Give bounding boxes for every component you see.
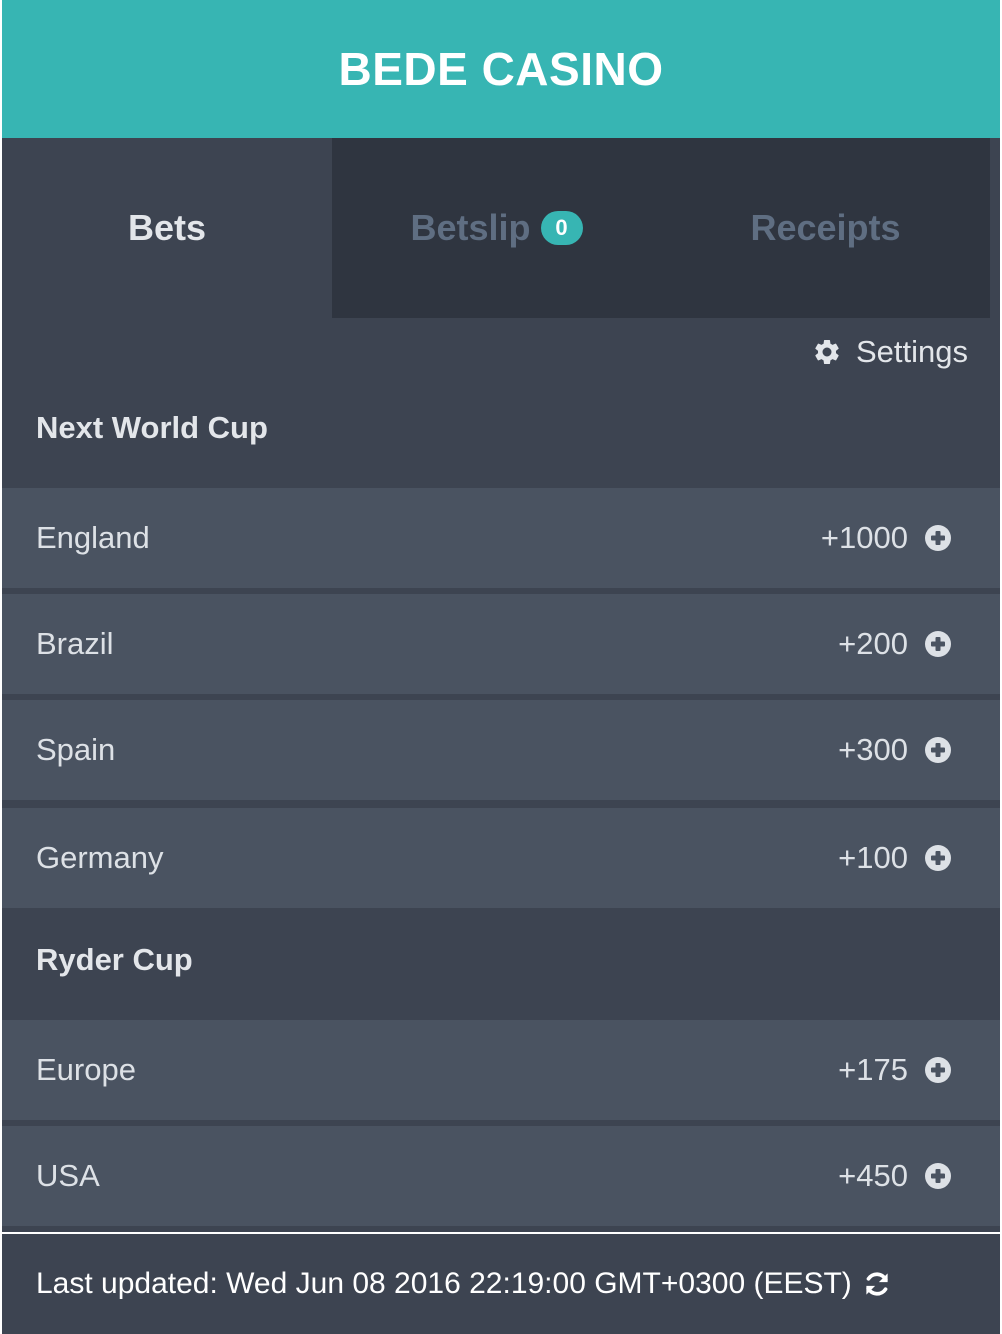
betting-app: BEDE CASINO Bets Betslip 0 Receipts Sett… [2,0,1000,1334]
selection-odds: +200 [838,626,908,661]
selection-odds-group: +200 [838,594,952,694]
selection-row-england[interactable]: England +1000 [2,488,1000,588]
group-title: Next World Cup [36,410,268,445]
gear-icon [815,339,839,364]
tab-receipts-label: Receipts [750,207,901,248]
tab-betslip[interactable]: Betslip 0 [332,138,661,318]
selection-name: USA [36,1158,100,1193]
plus-circle-icon[interactable] [924,844,952,872]
selection-odds: +175 [838,1052,908,1087]
selection-odds-group: +450 [838,1126,952,1226]
plus-circle-icon[interactable] [924,1056,952,1084]
app-title: BEDE CASINO [338,43,664,95]
tab-receipts[interactable]: Receipts [661,138,990,318]
refresh-icon[interactable] [862,1269,892,1299]
plus-circle-icon[interactable] [924,736,952,764]
selection-odds: +300 [838,732,908,767]
selection-name: England [36,520,150,555]
selection-name: Spain [36,732,116,767]
selection-row-usa[interactable]: USA +450 [2,1126,1000,1226]
selection-odds: +1000 [820,520,908,555]
selection-row-germany[interactable]: Germany +100 [2,808,1000,908]
plus-circle-icon[interactable] [924,524,952,552]
tab-bets-label: Bets [127,207,207,248]
tab-bar: Bets Betslip 0 Receipts [2,138,1000,318]
selection-odds-group: +100 [838,808,952,908]
settings-label: Settings [855,334,968,369]
selection-name: Europe [36,1052,136,1087]
selection-row-brazil[interactable]: Brazil +200 [2,594,1000,694]
status-footer: Last updated: Wed Jun 08 2016 22:19:00 G… [2,1232,1000,1334]
betslip-count-badge: 0 [540,211,583,245]
app-header: BEDE CASINO [2,0,1000,138]
selection-odds: +100 [838,840,908,875]
plus-circle-icon[interactable] [924,630,952,658]
selection-name: Brazil [36,626,114,661]
group-title: Ryder Cup [36,942,193,977]
settings-button[interactable]: Settings [812,330,968,374]
tab-betslip-label: Betslip [410,207,531,248]
last-updated-text: Last updated: Wed Jun 08 2016 22:19:00 G… [36,1267,852,1300]
selection-row-spain[interactable]: Spain +300 [2,700,1000,800]
selection-odds-group: +175 [838,1020,952,1120]
tab-bets[interactable]: Bets [2,138,332,318]
selection-odds-group: +1000 [821,488,952,588]
selection-odds: +450 [838,1158,908,1193]
plus-circle-icon[interactable] [924,1162,952,1190]
selection-row-europe[interactable]: Europe +175 [2,1020,1000,1120]
selection-name: Germany [36,840,164,875]
selection-odds-group: +300 [838,700,952,800]
